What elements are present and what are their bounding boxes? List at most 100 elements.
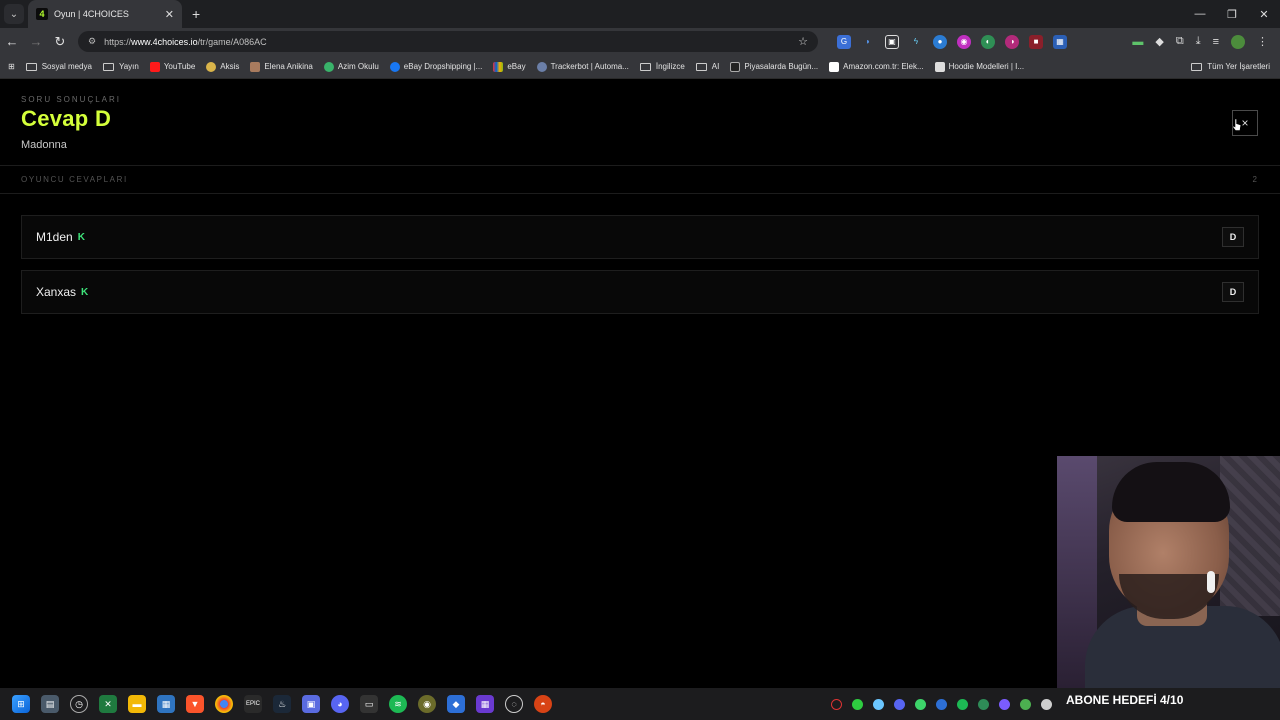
tray-icon[interactable] [852,698,863,710]
player-answers-count: 2 [1252,175,1257,184]
blue-extension-icon[interactable]: ● [933,34,947,49]
tray-icon[interactable] [915,698,926,710]
red-extension-icon[interactable]: ■ [1029,34,1043,49]
tray-icon[interactable] [873,698,884,710]
calendar-extension-icon[interactable]: ▦ [1053,34,1067,49]
download-icon[interactable]: ⤓ [1196,35,1201,48]
bookmark-item[interactable]: Sosyal medya [25,62,92,71]
discord-icon[interactable]: ◕ [331,695,349,713]
tx-extension-icon[interactable]: ϟ [909,35,923,49]
question-results-label: SORU SONUÇLARI [21,95,122,104]
bookmark-item[interactable]: Amazon.com.tr: Elek... [829,61,924,72]
restore-button[interactable]: ❐ [1216,8,1248,21]
tray-icon[interactable] [1041,698,1052,710]
window-close-button[interactable]: ✕ [1248,8,1280,21]
bookmark-item[interactable]: Trackerbot | Automa... [536,61,629,72]
minimize-button[interactable]: — [1184,8,1216,20]
bookmark-item[interactable]: Aksis [206,61,239,72]
diamond-extension-icon[interactable]: ◆ [1155,35,1163,48]
start-button-icon[interactable]: ⊞ [12,695,30,713]
player-answer-badge: D [1222,282,1244,302]
bookmark-item[interactable]: Elena Anikina [250,61,313,72]
bookmark-item[interactable]: eBay [493,61,526,72]
all-bookmarks-folder[interactable]: Tüm Yer İşaretleri [1191,62,1270,71]
amazon-icon [829,61,840,72]
bookmark-star-icon[interactable]: ☆ [798,35,808,48]
store-icon[interactable]: ▦ [157,695,175,713]
xbox-icon[interactable]: ✕ [99,695,117,713]
webcam-background [1220,456,1280,616]
capture-extension-icon[interactable]: ▣ [885,34,899,49]
folder-icon [25,62,37,71]
epic-games-icon[interactable]: EPIC [244,695,262,713]
chrome-icon[interactable] [215,695,233,713]
battery-extension-icon[interactable]: ▬ [1132,36,1143,48]
tab-title: Oyun | 4CHOICES [54,9,129,19]
tray-icon[interactable] [957,698,968,710]
player-badge: K [77,231,85,243]
reload-button[interactable]: ↻ [48,34,72,50]
bookmark-item[interactable]: Yayın [102,62,139,71]
new-tab-button[interactable]: + [192,6,200,22]
site-info-icon[interactable]: ⚙ [88,36,96,47]
audio-extension-icon[interactable]: ◗ [861,35,875,49]
tray-icon[interactable] [1020,698,1031,710]
profile-avatar[interactable] [1231,34,1245,49]
window-controls: — ❐ ✕ [1184,0,1280,28]
extensions-puzzle-icon[interactable]: ⧉ [1176,35,1184,48]
bookmark-item[interactable]: Hoodie Modelleri | I... [934,61,1024,72]
green-extension-icon[interactable]: ◐ [981,34,995,49]
back-button[interactable]: ← [0,34,24,49]
ring-app-icon[interactable]: ◌ [505,695,523,713]
address-bar[interactable]: ⚙ https://www.4choices.io/tr/game/A086AC… [78,31,818,52]
task-view-icon[interactable]: ▤ [41,695,59,713]
bookmark-item[interactable]: Azim Okulu [323,61,379,72]
tray-icon[interactable] [936,698,947,710]
brave-icon[interactable]: ▼ [186,695,204,713]
bookmark-item[interactable]: Piyasalarda Bugün... [730,61,818,72]
magenta-extension-icon[interactable]: ◑ [1005,34,1019,49]
url-text: https://www.4choices.io/tr/game/A086AC [104,36,267,47]
tab-close-icon[interactable]: ✕ [165,8,174,21]
aksis-icon [206,61,217,72]
bookmark-item[interactable]: AI [695,62,719,71]
blue-app-icon[interactable]: ◆ [447,695,465,713]
apps-grid-icon[interactable]: ⊞ [8,62,15,71]
forward-button[interactable]: → [24,34,48,49]
active-tab[interactable]: 4 Oyun | 4CHOICES ✕ [28,0,182,28]
tab-search-button[interactable]: ⌄ [4,4,24,24]
bookmark-item[interactable]: İngilizce [639,62,685,71]
terminal-icon[interactable]: ▭ [360,695,378,713]
webcam-person-hair [1112,462,1230,522]
browser-tab-bar: ⌄ 4 Oyun | 4CHOICES ✕ + — ❐ ✕ [0,0,1280,28]
menu-kebab-icon[interactable]: ⋮ [1257,35,1268,48]
player-row: Xanxas K D [21,270,1259,314]
folder-icon [102,62,114,71]
translate-extension-icon[interactable]: G [837,34,851,49]
divider [0,165,1280,166]
obs-icon[interactable]: ◉ [418,695,436,713]
bookmark-item[interactable]: eBay Dropshipping |... [389,61,482,72]
tray-icon[interactable] [978,698,989,710]
player-badge: K [81,286,89,298]
tray-icon[interactable] [999,698,1010,710]
tray-icon[interactable] [831,698,842,710]
spotify-icon[interactable]: ≋ [389,695,407,713]
file-explorer-icon[interactable]: ▬ [128,695,146,713]
folder-icon [695,62,707,71]
bookmark-item[interactable]: YouTube [149,61,195,72]
player-name: M1den [36,230,73,244]
tray-icon[interactable] [894,698,905,710]
divider [0,193,1280,194]
folder-icon [639,62,651,71]
player-answers-label: OYUNCU CEVAPLARI [21,175,128,184]
grid-app-icon[interactable]: ▦ [476,695,494,713]
system-tray [826,688,1057,720]
bookmarks-bar: ⊞ Sosyal medya Yayın YouTube Aksis Elena… [0,55,1280,79]
game-launcher-icon[interactable]: ▣ [302,695,320,713]
steam-icon[interactable]: ♨ [273,695,291,713]
clock-app-icon[interactable]: ◷ [70,695,88,713]
playlist-icon[interactable]: ≡ [1213,36,1219,48]
pink-extension-icon[interactable]: ◉ [957,34,971,49]
orange-app-icon[interactable]: ◓ [534,695,552,713]
